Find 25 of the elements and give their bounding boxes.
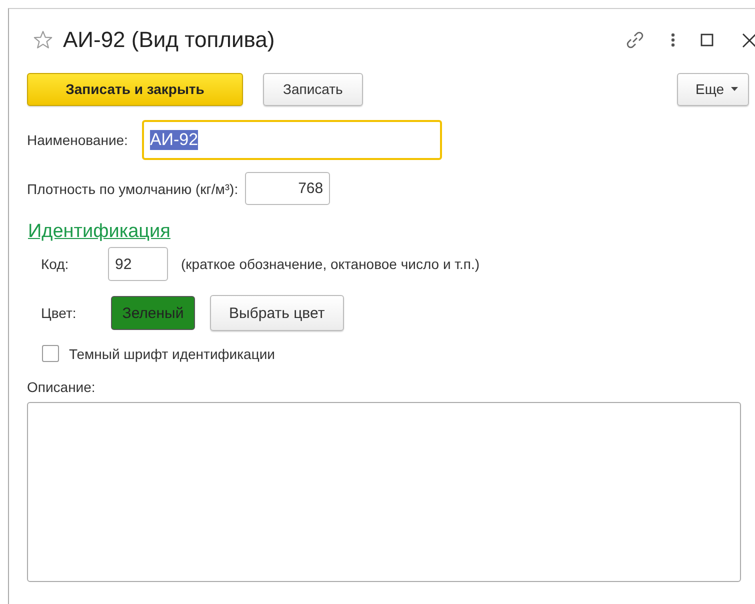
save-close-button[interactable]: Записать и закрыть xyxy=(27,72,243,106)
star-icon[interactable] xyxy=(33,30,53,50)
field-label: Плотность по умолчанию (кг/м³): xyxy=(27,180,238,196)
color-field[interactable]: Зеленый xyxy=(111,296,195,330)
window-title: АИ-92 (Вид топлива) xyxy=(63,27,275,53)
checkbox-label: Темный шрифт идентификации xyxy=(69,346,275,362)
caret-icon xyxy=(731,87,738,91)
field-label: Наименование: xyxy=(27,132,128,148)
name-field[interactable]: АИ-92 xyxy=(142,120,442,160)
checkbox[interactable] xyxy=(42,345,59,362)
save-button[interactable]: Записать xyxy=(263,72,363,106)
density-field[interactable]: 768 xyxy=(245,172,330,205)
more-button[interactable]: Еще xyxy=(676,72,749,106)
field-label: Описание: xyxy=(27,379,96,395)
choose-color-button[interactable]: Выбрать цвет xyxy=(210,295,344,331)
close-icon[interactable] xyxy=(742,32,755,48)
field-label: Код: xyxy=(41,256,70,272)
section-link[interactable]: Идентификация xyxy=(28,221,170,243)
maximize-icon[interactable] xyxy=(700,33,714,47)
description-field[interactable] xyxy=(27,402,741,582)
hint-text: (краткое обозначение, октановое число и т.п.) xyxy=(181,256,480,272)
field-label: Цвет: xyxy=(41,305,78,321)
code-field[interactable]: 92 xyxy=(108,247,168,281)
more-icon[interactable] xyxy=(670,32,676,48)
link-icon[interactable] xyxy=(624,29,646,51)
